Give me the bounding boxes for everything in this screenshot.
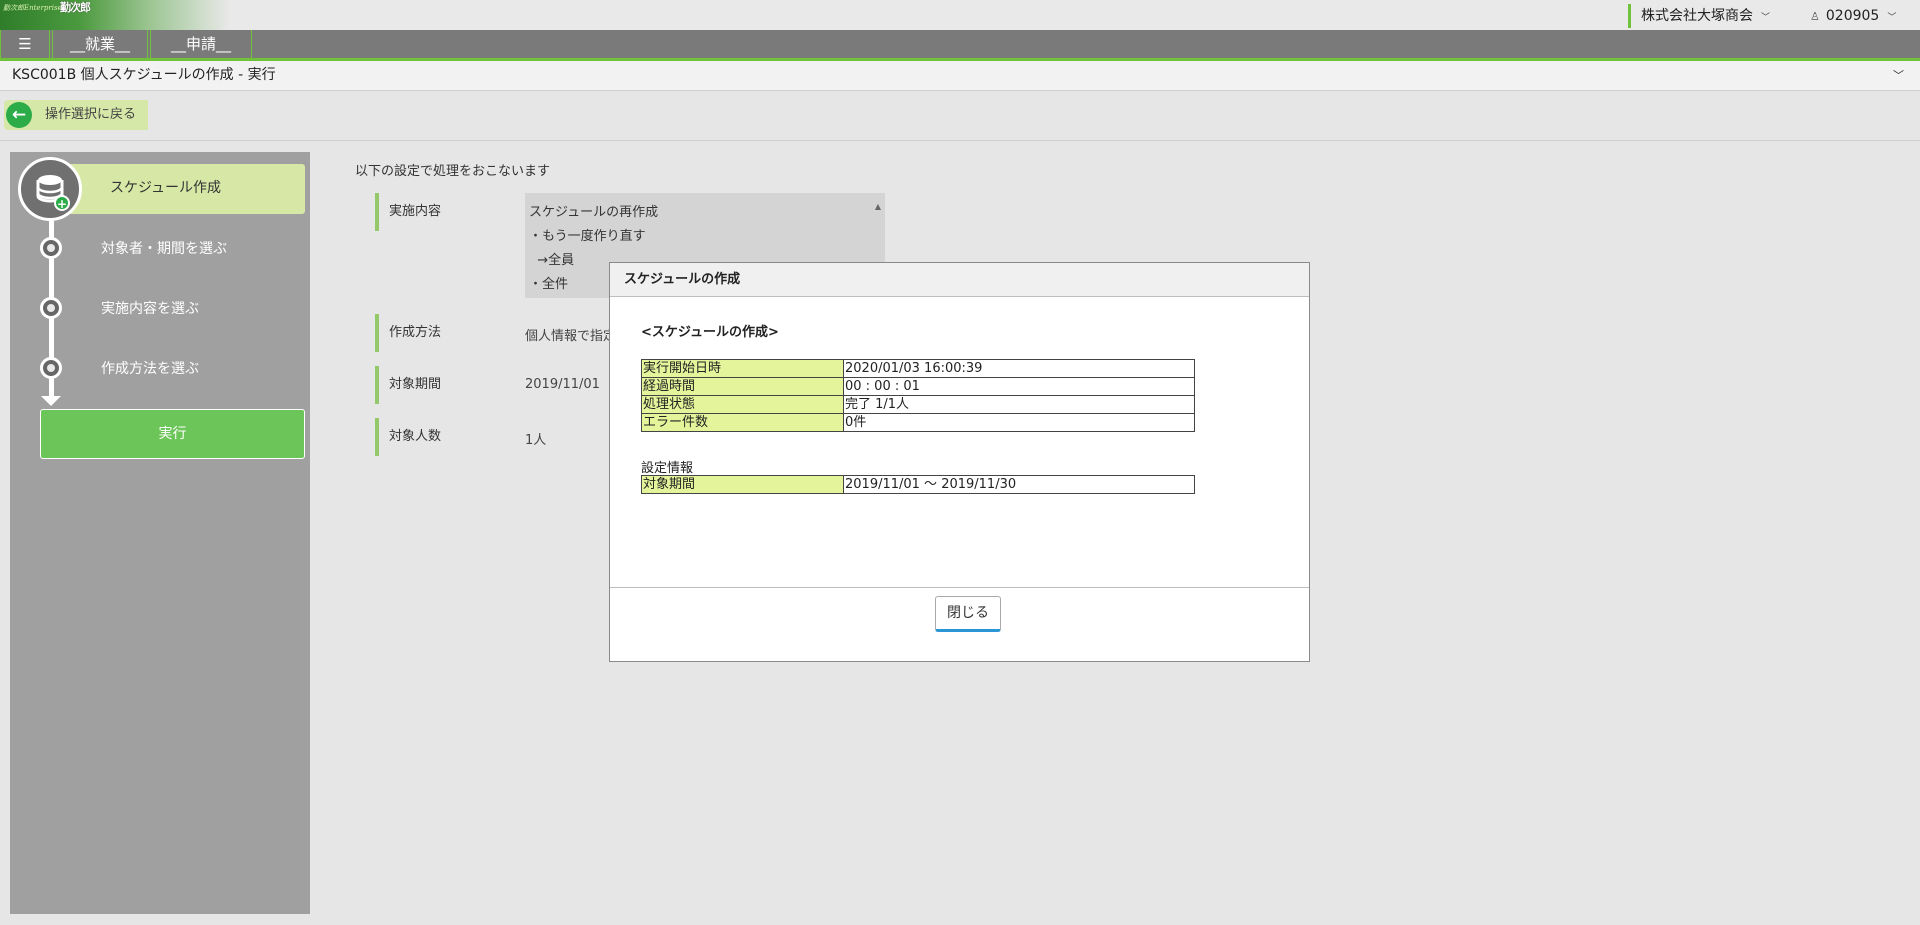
chevron-down-icon: ﹀	[1761, 13, 1771, 23]
field-value: 1人	[525, 433, 547, 448]
settings-heading: 設定情報	[641, 461, 694, 476]
table-key: 実行開始日時	[641, 359, 844, 378]
field-label: 対象人数	[389, 429, 442, 444]
nav-item-apply[interactable]: __申請__	[150, 30, 252, 58]
table-key: エラー件数	[641, 413, 844, 432]
field-period: 対象期間	[375, 366, 441, 404]
field-label: 対象期間	[389, 377, 442, 392]
step-node	[40, 357, 62, 379]
execute-button[interactable]: 実行	[40, 409, 305, 459]
table-value: 2019/11/01 〜 2019/11/30	[843, 475, 1195, 494]
schedule-create-dialog: スケジュールの作成 <スケジュールの作成> 実行開始日時 2020/01/03 …	[609, 262, 1310, 662]
table-row: 対象期間 2019/11/01 〜 2019/11/30	[641, 475, 1195, 494]
step-node	[40, 237, 62, 259]
logo-subtext: 勤次郎Enterprise	[3, 4, 62, 12]
step-select-method[interactable]: 作成方法を選ぶ	[101, 358, 199, 378]
step-label: スケジュール作成	[110, 180, 222, 196]
chevron-down-icon[interactable]: ﹀	[1893, 61, 1904, 90]
close-button[interactable]: 閉じる	[935, 596, 1001, 632]
table-key: 処理状態	[641, 395, 844, 414]
table-row: 処理状態 完了 1/1人	[641, 395, 1195, 414]
table-value: 2020/01/03 16:00:39	[843, 359, 1195, 378]
company-selector[interactable]: 株式会社大塚商会 ﹀	[1628, 4, 1770, 28]
divider	[0, 140, 1920, 141]
main-nav: ☰ __就業__ __申請__	[0, 30, 1920, 61]
table-key: 対象期間	[641, 475, 844, 494]
content-line: スケジュールの再作成	[529, 205, 659, 220]
dialog-title: スケジュールの作成	[624, 272, 741, 287]
chevron-down-icon: ﹀	[1887, 13, 1897, 23]
settings-table: 対象期間 2019/11/01 〜 2019/11/30	[641, 475, 1195, 494]
step-panel	[10, 152, 310, 914]
field-count: 対象人数	[375, 418, 441, 456]
content-line: ・もう一度作り直す	[529, 229, 646, 244]
table-value: 0件	[843, 413, 1195, 432]
field-label: 作成方法	[389, 325, 442, 340]
field-content: 実施内容	[375, 193, 441, 231]
field-value: 個人情報で指定	[525, 329, 617, 344]
app-logo[interactable]: 勤次郎Enterprise 勤次郎	[0, 0, 230, 30]
user-icon: ♙	[1810, 10, 1820, 23]
table-row: 経過時間 00 : 00 : 01	[641, 377, 1195, 396]
scroll-up-icon[interactable]: ▲	[875, 195, 881, 219]
table-key: 経過時間	[641, 377, 844, 396]
table-value: 00 : 00 : 01	[843, 377, 1195, 396]
table-value: 完了 1/1人	[843, 395, 1195, 414]
user-menu[interactable]: ♙ 020905 ﹀	[1810, 4, 1896, 28]
step-select-content[interactable]: 実施内容を選ぶ	[101, 298, 199, 318]
field-value: 2019/11/01	[525, 377, 600, 392]
status-table: 実行開始日時 2020/01/03 16:00:39 経過時間 00 : 00 …	[641, 359, 1195, 432]
step-select-target-period[interactable]: 対象者・期間を選ぶ	[101, 238, 227, 258]
table-row: 実行開始日時 2020/01/03 16:00:39	[641, 359, 1195, 378]
user-id: 020905	[1825, 8, 1880, 24]
step-schedule-create: スケジュール作成	[68, 164, 305, 214]
page-title-bar[interactable]: KSC001B 個人スケジュールの作成 - 実行 ﹀	[0, 61, 1920, 91]
plus-icon: +	[54, 195, 70, 211]
table-row: エラー件数 0件	[641, 413, 1195, 432]
database-icon: +	[18, 157, 82, 221]
menu-icon[interactable]: ☰	[0, 30, 50, 58]
back-button-label: 操作選択に戻る	[45, 107, 137, 122]
arrow-left-icon: ←	[6, 102, 32, 128]
page-title: KSC001B 個人スケジュールの作成 - 実行	[12, 67, 276, 83]
dialog-header[interactable]: スケジュールの作成	[610, 263, 1309, 297]
dialog-subtitle: <スケジュールの作成>	[641, 325, 779, 340]
field-label: 実施内容	[389, 204, 442, 219]
top-bar: 勤次郎Enterprise 勤次郎 株式会社大塚商会 ﹀ ♙ 020905 ﹀	[0, 0, 1920, 30]
step-node	[40, 297, 62, 319]
company-name: 株式会社大塚商会	[1641, 8, 1753, 24]
back-to-operations-button[interactable]: ← 操作選択に戻る	[4, 100, 148, 130]
step-arrow-icon	[41, 396, 61, 406]
dialog-footer-divider	[610, 587, 1309, 588]
field-method: 作成方法	[375, 314, 441, 352]
logo-mark: 勤次郎	[60, 1, 91, 14]
intro-text: 以下の設定で処理をおこないます	[355, 164, 551, 179]
nav-item-work[interactable]: __就業__	[52, 30, 148, 58]
